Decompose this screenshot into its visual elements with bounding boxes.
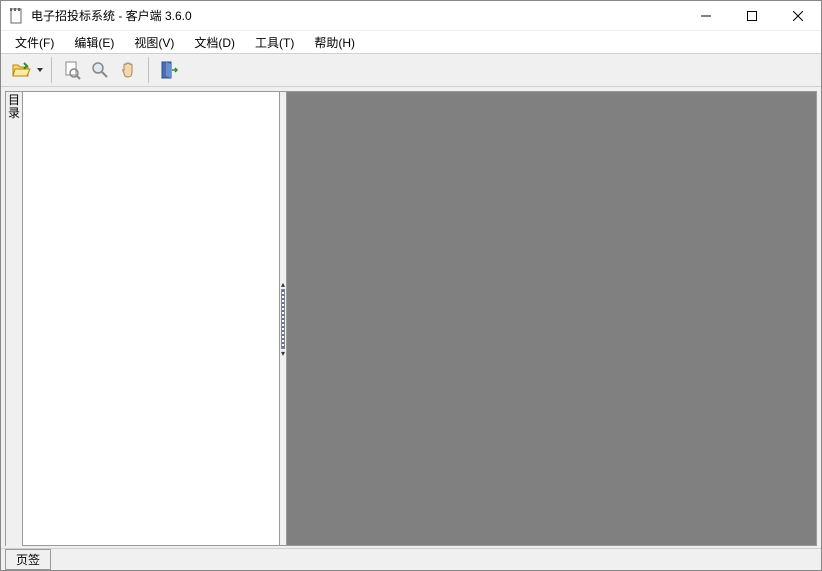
- exit-door-icon: [159, 60, 179, 80]
- app-icon: [9, 8, 25, 24]
- status-bar: 页签: [1, 548, 821, 570]
- toolbar: [1, 53, 821, 87]
- splitter-arrow-icon: ▴: [281, 280, 285, 289]
- open-folder-icon: [11, 60, 31, 80]
- workspace: 目 录 ▴ ▾: [1, 87, 821, 548]
- menu-bar: 文件(F) 编辑(E) 视图(V) 文档(D) 工具(T) 帮助(H): [1, 31, 821, 53]
- open-dropdown[interactable]: [35, 68, 45, 72]
- magnifier-icon: [90, 60, 110, 80]
- window-title: 电子招投标系统 - 客户端 3.6.0: [31, 7, 683, 24]
- open-button[interactable]: [7, 56, 35, 84]
- status-tab-pages[interactable]: 页签: [5, 549, 51, 570]
- menu-file[interactable]: 文件(F): [5, 32, 64, 53]
- content-panel[interactable]: [286, 91, 817, 546]
- menu-edit[interactable]: 编辑(E): [64, 32, 124, 53]
- toolbar-separator: [51, 57, 52, 83]
- tree-panel[interactable]: [22, 91, 280, 546]
- close-button[interactable]: [775, 1, 821, 30]
- menu-help[interactable]: 帮助(H): [304, 32, 365, 53]
- fit-page-icon: [62, 60, 82, 80]
- splitter-arrow-icon: ▾: [281, 349, 285, 358]
- minimize-button[interactable]: [683, 1, 729, 30]
- pan-button[interactable]: [114, 56, 142, 84]
- hand-icon: [118, 60, 138, 80]
- exit-button[interactable]: [155, 56, 183, 84]
- menu-document[interactable]: 文档(D): [184, 32, 245, 53]
- fit-page-button[interactable]: [58, 56, 86, 84]
- maximize-button[interactable]: [729, 1, 775, 30]
- menu-tools[interactable]: 工具(T): [245, 32, 304, 53]
- splitter-grip: [281, 289, 285, 349]
- menu-view[interactable]: 视图(V): [124, 32, 184, 53]
- window-controls: [683, 1, 821, 30]
- toolbar-separator: [148, 57, 149, 83]
- sidebar-tab-label: 录: [8, 107, 20, 120]
- title-bar: 电子招投标系统 - 客户端 3.6.0: [1, 1, 821, 31]
- zoom-button[interactable]: [86, 56, 114, 84]
- sidebar-tab-catalog[interactable]: 目 录: [5, 91, 23, 546]
